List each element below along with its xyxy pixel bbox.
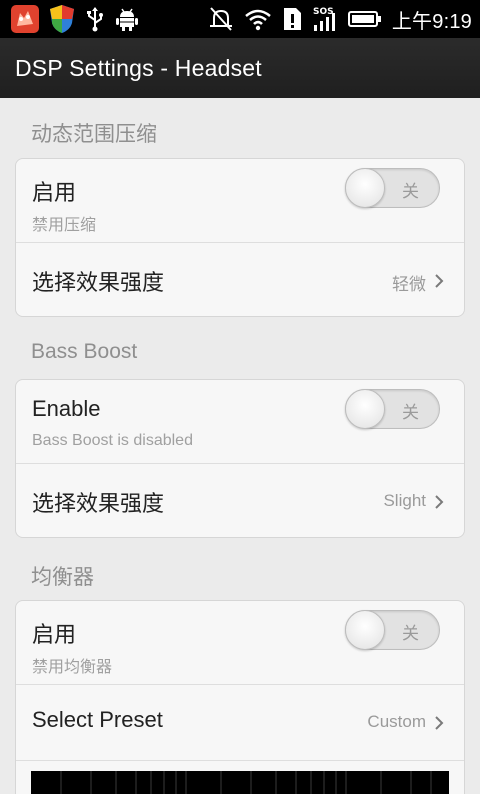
app-icon <box>10 4 40 34</box>
sos-signal-icon: SOS <box>312 5 340 33</box>
toggle-label: 关 <box>402 182 419 202</box>
row-title: 启用 <box>32 180 77 205</box>
row-eq-enable[interactable]: 启用 禁用均衡器 关 <box>16 601 464 684</box>
bass-boost-toggle[interactable]: 关 <box>345 389 440 429</box>
status-right-icons: SOS 上午9:19 <box>206 5 472 34</box>
wifi-icon <box>244 7 272 31</box>
usb-icon <box>84 6 106 32</box>
settings-list[interactable]: 动态范围压缩 启用 禁用压缩 关 选择效果强度 轻微 Bass Boost En… <box>0 98 480 794</box>
equalizer-graph[interactable] <box>31 771 449 794</box>
shield-icon <box>48 3 76 35</box>
status-time: 上午9:19 <box>391 10 472 33</box>
toggle-knob <box>345 610 385 650</box>
row-bass-enable[interactable]: Enable Bass Boost is disabled 关 <box>16 380 464 463</box>
battery-icon <box>347 9 382 29</box>
row-value: 轻微 <box>392 275 426 294</box>
toggle-knob <box>345 168 385 208</box>
card-equalizer: 启用 禁用均衡器 关 Select Preset Custom <box>15 600 465 794</box>
chevron-right-icon <box>435 495 444 509</box>
row-bass-strength[interactable]: 选择效果强度 Slight <box>16 464 464 537</box>
section-header-equalizer: 均衡器 <box>31 566 94 589</box>
section-header-bass-boost: Bass Boost <box>31 340 138 363</box>
equalizer-grid <box>60 771 432 794</box>
card-compression: 启用 禁用压缩 关 选择效果强度 轻微 <box>15 158 465 317</box>
row-title: 启用 <box>32 622 77 647</box>
card-bass-boost: Enable Bass Boost is disabled 关 选择效果强度 S… <box>15 379 465 538</box>
row-value: Custom <box>367 712 426 731</box>
row-eq-preset[interactable]: Select Preset Custom <box>16 685 464 760</box>
page-title: DSP Settings - Headset <box>15 54 262 81</box>
toggle-label: 关 <box>402 624 419 644</box>
alert-icon <box>280 6 304 32</box>
equalizer-toggle[interactable]: 关 <box>345 610 440 650</box>
row-subtitle: 禁用压缩 <box>32 217 97 234</box>
section-header-compression: 动态范围压缩 <box>31 123 157 146</box>
vibrate-off-icon <box>206 5 236 33</box>
status-left-icons <box>10 3 140 35</box>
chevron-right-icon <box>435 716 444 730</box>
row-subtitle: 禁用均衡器 <box>32 659 113 676</box>
divider <box>16 760 464 761</box>
toggle-label: 关 <box>402 403 419 423</box>
row-subtitle: Bass Boost is disabled <box>32 432 193 449</box>
row-title: 选择效果强度 <box>32 491 165 516</box>
android-debug-icon <box>114 6 140 32</box>
row-title: Select Preset <box>32 707 163 732</box>
row-compression-strength[interactable]: 选择效果强度 轻微 <box>16 243 464 316</box>
toggle-knob <box>345 389 385 429</box>
svg-text:SOS: SOS <box>313 7 334 17</box>
chevron-right-icon <box>435 274 444 288</box>
row-title: Enable <box>32 396 101 421</box>
status-bar: SOS 上午9:19 <box>0 0 480 38</box>
compression-toggle[interactable]: 关 <box>345 168 440 208</box>
row-value: Slight <box>383 491 426 510</box>
row-compression-enable[interactable]: 启用 禁用压缩 关 <box>16 159 464 242</box>
row-title: 选择效果强度 <box>32 270 165 295</box>
title-bar: DSP Settings - Headset <box>0 38 480 98</box>
